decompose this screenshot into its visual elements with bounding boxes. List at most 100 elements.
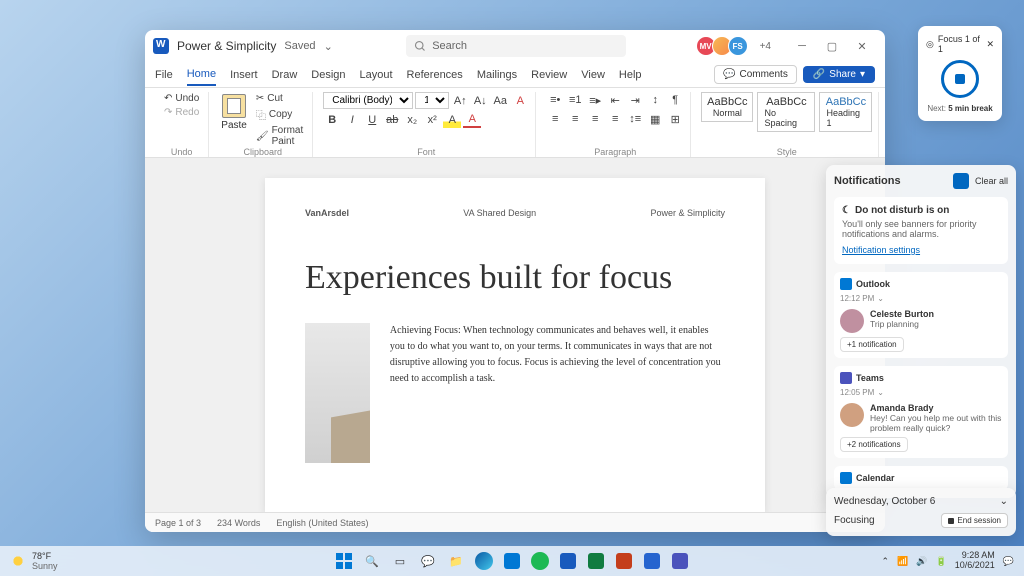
increase-indent-icon[interactable]: ⇥ [626, 92, 644, 108]
font-name-select[interactable]: Calibri (Body) [323, 92, 413, 109]
borders-icon[interactable]: ⊞ [666, 111, 684, 127]
outlook-icon[interactable] [500, 549, 524, 573]
justify-icon[interactable]: ≡ [606, 111, 624, 127]
grow-font-icon[interactable]: A↑ [451, 93, 469, 109]
copy-button[interactable]: ⿻ Copy [253, 106, 306, 123]
format-painter-button[interactable]: 🖌 Format Paint [253, 124, 306, 148]
menu-references[interactable]: References [407, 69, 463, 81]
clear-all-button[interactable]: Clear all [975, 176, 1008, 186]
weather-widget[interactable]: 78°F Sunny [10, 551, 58, 571]
align-right-icon[interactable]: ≡ [586, 111, 604, 127]
style-no-spacing[interactable]: AaBbCcNo Spacing [757, 92, 815, 132]
comments-button[interactable]: 💬 Comments [714, 65, 797, 84]
word-count[interactable]: 234 Words [217, 518, 260, 528]
chevron-down-icon[interactable]: ⌄ [877, 294, 884, 303]
search-icon[interactable]: 🔍 [360, 549, 384, 573]
change-case-icon[interactable]: Aa [491, 93, 509, 109]
notification-time[interactable]: 12:12 PM ⌄ [840, 294, 1002, 303]
cut-button[interactable]: ✂ Cut [253, 92, 306, 105]
document-canvas[interactable]: VanArsdel VA Shared Design Power & Simpl… [145, 158, 885, 512]
menu-home[interactable]: Home [187, 68, 216, 86]
minimize-button[interactable]: ─ [787, 34, 817, 58]
font-size-select[interactable]: 11 [415, 92, 449, 109]
language-status[interactable]: English (United States) [276, 518, 368, 528]
clear-format-icon[interactable]: A [511, 93, 529, 109]
menu-insert[interactable]: Insert [230, 69, 258, 81]
doc-image[interactable] [305, 323, 370, 463]
doc-body-text[interactable]: Achieving Focus: When technology communi… [390, 323, 725, 463]
bullets-icon[interactable]: ≡• [546, 92, 564, 108]
volume-icon[interactable]: 🔊 [916, 556, 927, 567]
show-marks-icon[interactable]: ¶ [666, 92, 684, 108]
task-view-icon[interactable]: ▭ [388, 549, 412, 573]
paste-button[interactable]: Paste [219, 92, 249, 133]
notification-time[interactable]: 12:05 PM ⌄ [840, 388, 1002, 397]
chevron-down-icon[interactable]: ⌄ [877, 388, 884, 397]
menu-file[interactable]: File [155, 69, 173, 81]
sort-icon[interactable]: ↕ [646, 92, 664, 108]
end-session-button[interactable]: End session [941, 513, 1008, 528]
chevron-down-icon[interactable]: ⌄ [1000, 496, 1008, 507]
close-icon[interactable]: ✕ [986, 39, 994, 50]
notification-item[interactable]: Amanda Brady Hey! Can you help me out wi… [840, 403, 1002, 433]
menu-layout[interactable]: Layout [360, 69, 393, 81]
menu-mailings[interactable]: Mailings [477, 69, 517, 81]
avatar[interactable]: FS [728, 36, 748, 56]
clock[interactable]: 9:28 AM 10/6/2021 [955, 551, 995, 571]
align-left-icon[interactable]: ≡ [546, 111, 564, 127]
bold-button[interactable]: B [323, 112, 341, 128]
close-button[interactable]: ✕ [847, 34, 877, 58]
start-button[interactable] [332, 549, 356, 573]
line-spacing-icon[interactable]: ↕≡ [626, 111, 644, 127]
excel-icon[interactable] [584, 549, 608, 573]
align-center-icon[interactable]: ≡ [566, 111, 584, 127]
doc-headline[interactable]: Experiences built for focus [305, 258, 725, 299]
edge-icon[interactable] [472, 549, 496, 573]
more-notifications-button[interactable]: +2 notifications [840, 437, 908, 452]
subscript-button[interactable]: x₂ [403, 112, 421, 128]
menu-design[interactable]: Design [311, 69, 345, 81]
focus-timer-ring[interactable] [941, 60, 979, 98]
battery-icon[interactable]: 🔋 [936, 556, 947, 567]
multilevel-icon[interactable]: ≡▸ [586, 92, 604, 108]
menu-draw[interactable]: Draw [272, 69, 298, 81]
stop-icon[interactable] [955, 74, 965, 84]
more-notifications-button[interactable]: +1 notification [840, 337, 904, 352]
undo-button[interactable]: ↶ Undo [161, 92, 202, 105]
strikethrough-button[interactable]: ab [383, 112, 401, 128]
page-counter[interactable]: Page 1 of 3 [155, 518, 201, 528]
teams-icon[interactable] [668, 549, 692, 573]
save-status[interactable]: Saved [284, 40, 315, 52]
font-color-button[interactable]: A [463, 112, 481, 128]
notification-item[interactable]: Celeste Burton Trip planning [840, 309, 1002, 333]
highlight-button[interactable]: A [443, 112, 461, 128]
style-normal[interactable]: AaBbCcNormal [701, 92, 753, 122]
powerpoint-icon[interactable] [612, 549, 636, 573]
more-collaborators[interactable]: +4 [760, 41, 771, 52]
collaborator-avatars[interactable]: MV FS [700, 36, 748, 56]
italic-button[interactable]: I [343, 112, 361, 128]
style-heading1[interactable]: AaBbCcHeading 1 [819, 92, 872, 132]
share-button[interactable]: 🔗 Share ▾ [803, 66, 875, 83]
expand-icon[interactable] [953, 173, 969, 189]
word-icon[interactable] [556, 549, 580, 573]
shrink-font-icon[interactable]: A↓ [471, 93, 489, 109]
spotify-icon[interactable] [528, 549, 552, 573]
chat-icon[interactable]: 💬 [416, 549, 440, 573]
redo-button[interactable]: ↷ Redo [161, 106, 202, 119]
underline-button[interactable]: U [363, 112, 381, 128]
decrease-indent-icon[interactable]: ⇤ [606, 92, 624, 108]
wifi-icon[interactable]: 📶 [897, 556, 908, 567]
menu-help[interactable]: Help [619, 69, 642, 81]
search-input[interactable]: Search [406, 35, 626, 57]
todo-icon[interactable] [640, 549, 664, 573]
explorer-icon[interactable]: 📁 [444, 549, 468, 573]
document-page[interactable]: VanArsdel VA Shared Design Power & Simpl… [265, 178, 765, 512]
shading-icon[interactable]: ▦ [646, 111, 664, 127]
menu-view[interactable]: View [581, 69, 605, 81]
numbering-icon[interactable]: ≡1 [566, 92, 584, 108]
chevron-up-icon[interactable]: ⌃ [882, 556, 890, 567]
chevron-down-icon[interactable]: ⌄ [324, 40, 333, 53]
superscript-button[interactable]: x² [423, 112, 441, 128]
menu-review[interactable]: Review [531, 69, 567, 81]
